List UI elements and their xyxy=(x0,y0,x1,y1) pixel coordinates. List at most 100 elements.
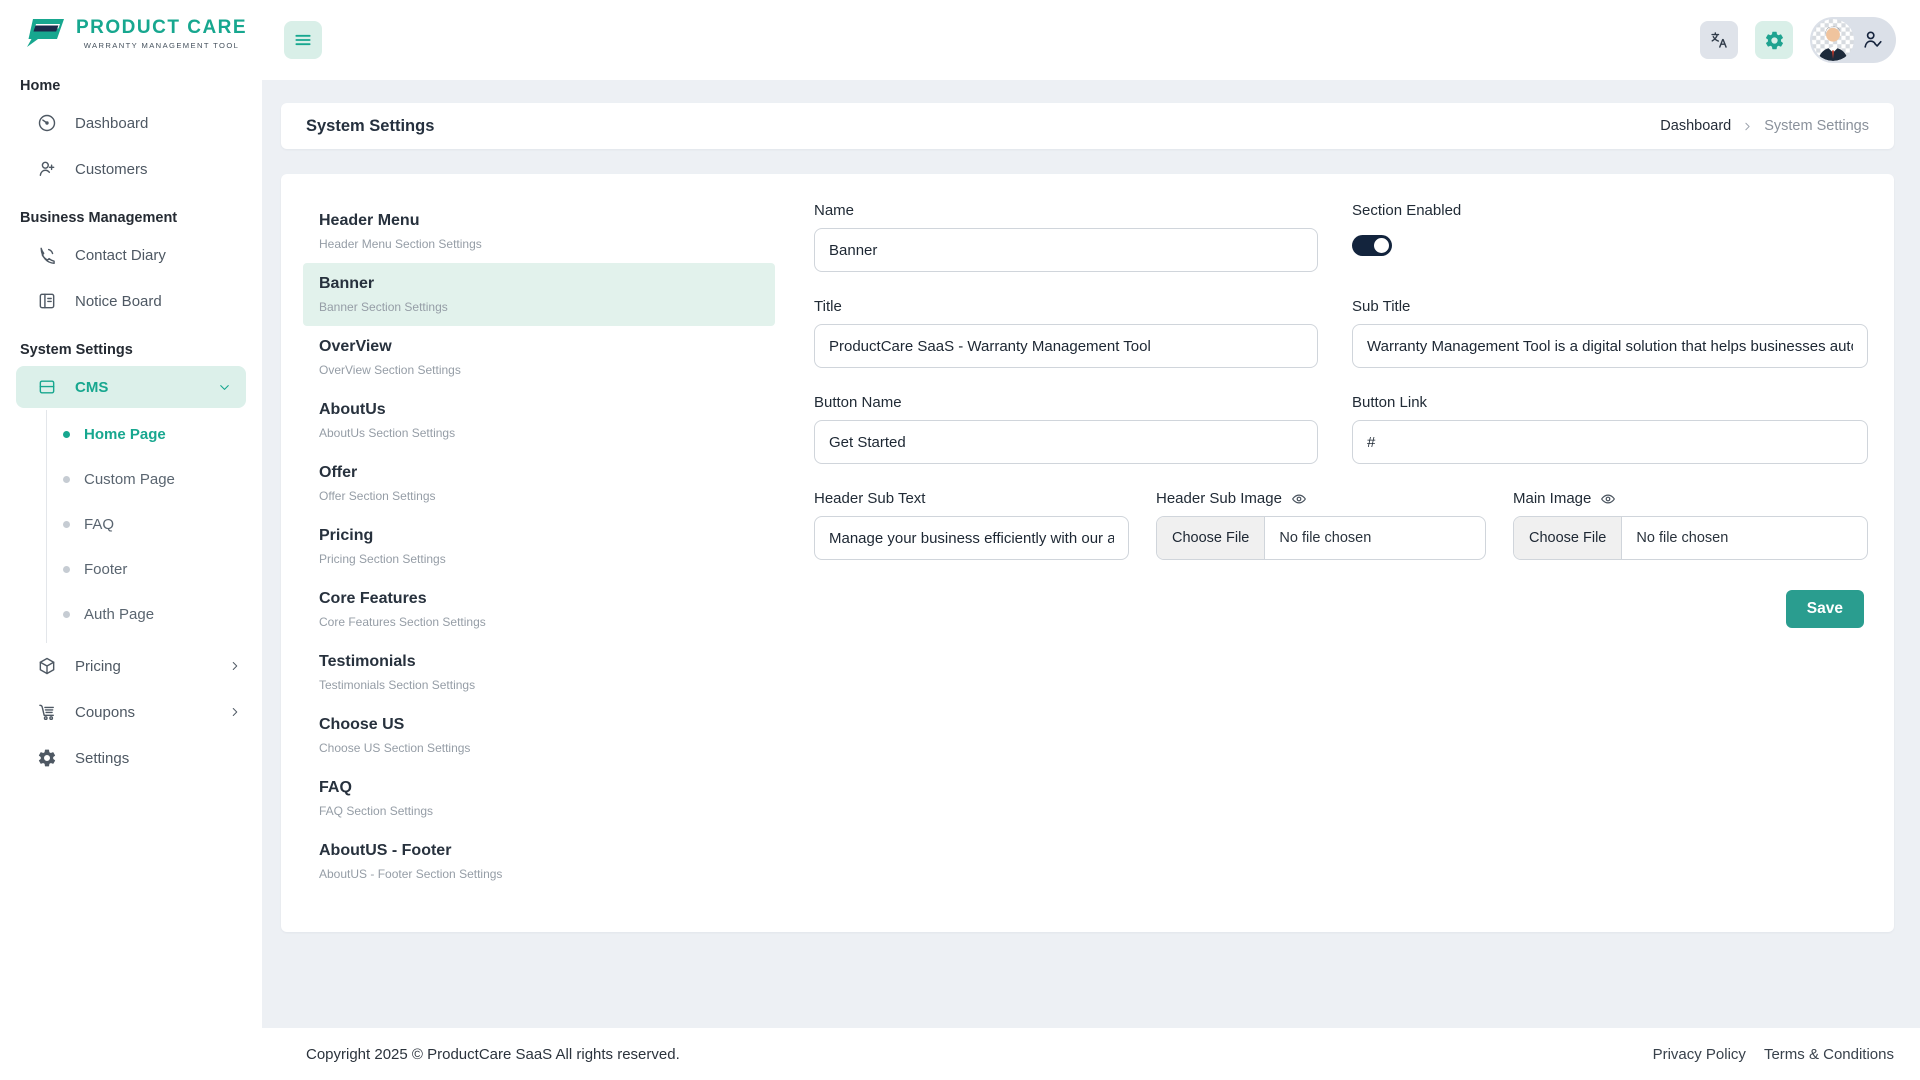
sidebar-subitem-faq[interactable]: FAQ xyxy=(47,502,262,547)
section-item-title: OverView xyxy=(319,337,759,357)
copyright-text: Copyright 2025 © ProductCare SaaS All ri… xyxy=(306,1046,680,1063)
sidebar-item-label: Settings xyxy=(75,750,129,767)
sidebar-item-dashboard[interactable]: Dashboard xyxy=(0,100,262,146)
chevron-right-icon xyxy=(228,705,242,719)
sidebar-item-cms[interactable]: CMS xyxy=(16,366,246,408)
eye-icon[interactable] xyxy=(1291,491,1307,507)
button-link-label: Button Link xyxy=(1352,394,1868,411)
section-item-title: AboutUS - Footer xyxy=(319,841,759,861)
section-item-subtitle: FAQ Section Settings xyxy=(319,804,759,819)
page-header: System Settings Dashboard System Setting… xyxy=(281,103,1894,149)
section-item-header-menu[interactable]: Header Menu Header Menu Section Settings xyxy=(303,200,775,263)
section-enabled-toggle[interactable] xyxy=(1352,235,1392,256)
section-item-testimonials[interactable]: Testimonials Testimonials Section Settin… xyxy=(303,641,775,704)
section-item-title: Banner xyxy=(319,274,759,294)
sidebar-subitem-home-page[interactable]: Home Page xyxy=(47,412,262,457)
sidebar-item-pricing[interactable]: Pricing xyxy=(0,643,262,689)
name-input[interactable] xyxy=(814,228,1318,272)
main-content: System Settings Dashboard System Setting… xyxy=(262,80,1920,1028)
section-list: Header Menu Header Menu Section Settings… xyxy=(303,200,775,906)
settings-icon xyxy=(37,748,57,768)
sub-title-input[interactable] xyxy=(1352,324,1868,368)
section-item-title: FAQ xyxy=(319,778,759,798)
section-item-subtitle: Choose US Section Settings xyxy=(319,741,759,756)
title-label: Title xyxy=(814,298,1318,315)
header-sub-text-input[interactable] xyxy=(814,516,1129,560)
sidebar-item-label: CMS xyxy=(75,379,199,396)
section-item-subtitle: Header Menu Section Settings xyxy=(319,237,759,252)
sidebar-subitem-footer[interactable]: Footer xyxy=(47,547,262,592)
main-image-file-input: Choose File No file chosen xyxy=(1513,516,1868,560)
sidebar-item-notice-board[interactable]: Notice Board xyxy=(0,278,262,324)
section-item-core-features[interactable]: Core Features Core Features Section Sett… xyxy=(303,578,775,641)
section-item-offer[interactable]: Offer Offer Section Settings xyxy=(303,452,775,515)
sidebar-item-coupons[interactable]: Coupons xyxy=(0,689,262,735)
section-item-subtitle: AboutUS - Footer Section Settings xyxy=(319,867,759,882)
sidebar-subitem-label: Footer xyxy=(84,561,127,578)
terms-conditions-link[interactable]: Terms & Conditions xyxy=(1764,1046,1894,1063)
button-link-input[interactable] xyxy=(1352,420,1868,464)
main-image-label: Main Image xyxy=(1513,490,1591,507)
sub-title-label: Sub Title xyxy=(1352,298,1868,315)
sidebar-item-contact-diary[interactable]: Contact Diary xyxy=(0,232,262,278)
sidebar: PRODUCT CARE WARRANTY MANAGEMENT TOOL Ho… xyxy=(0,0,262,1080)
avatar xyxy=(1812,19,1854,61)
save-button[interactable]: Save xyxy=(1786,590,1864,628)
section-item-subtitle: OverView Section Settings xyxy=(319,363,759,378)
section-item-title: AboutUs xyxy=(319,400,759,420)
sidebar-item-label: Pricing xyxy=(75,658,210,675)
title-input[interactable] xyxy=(814,324,1318,368)
section-item-banner[interactable]: Banner Banner Section Settings xyxy=(303,263,775,326)
eye-icon[interactable] xyxy=(1600,491,1616,507)
section-item-aboutus[interactable]: AboutUs AboutUs Section Settings xyxy=(303,389,775,452)
customers-icon xyxy=(37,159,57,179)
cms-submenu: Home Page Custom Page FAQ Footer Auth Pa… xyxy=(46,410,262,643)
sidebar-item-settings[interactable]: Settings xyxy=(0,735,262,781)
header-sub-image-file-input: Choose File No file chosen xyxy=(1156,516,1486,560)
banner-settings-form: Name Section Enabled Title Sub Title xyxy=(814,200,1868,906)
sidebar-toggle-button[interactable] xyxy=(284,21,322,59)
header-sub-image-choose-file-button[interactable]: Choose File xyxy=(1157,517,1265,559)
breadcrumb: Dashboard System Settings xyxy=(1660,118,1869,134)
bullet-icon xyxy=(63,521,70,528)
section-item-subtitle: AboutUs Section Settings xyxy=(319,426,759,441)
sidebar-item-label: Contact Diary xyxy=(75,247,166,264)
sidebar-item-customers[interactable]: Customers xyxy=(0,146,262,192)
notice-board-icon xyxy=(37,291,57,311)
button-name-input[interactable] xyxy=(814,420,1318,464)
main-image-choose-file-button[interactable]: Choose File xyxy=(1514,517,1622,559)
header-sub-image-file-status: No file chosen xyxy=(1265,530,1371,546)
header-sub-text-label: Header Sub Text xyxy=(814,490,1129,507)
bullet-icon xyxy=(63,431,70,438)
sidebar-subitem-custom-page[interactable]: Custom Page xyxy=(47,457,262,502)
sidebar-item-label: Notice Board xyxy=(75,293,162,310)
hamburger-icon xyxy=(293,30,313,50)
section-item-title: Offer xyxy=(319,463,759,483)
section-item-title: Core Features xyxy=(319,589,759,609)
breadcrumb-dashboard[interactable]: Dashboard xyxy=(1660,118,1731,134)
settings-quick-button[interactable] xyxy=(1755,21,1793,59)
section-item-faq[interactable]: FAQ FAQ Section Settings xyxy=(303,767,775,830)
topbar xyxy=(262,0,1920,80)
brand-name: PRODUCT CARE xyxy=(76,17,247,39)
privacy-policy-link[interactable]: Privacy Policy xyxy=(1653,1046,1746,1063)
brand-logo-icon xyxy=(22,16,68,50)
language-button[interactable] xyxy=(1700,21,1738,59)
contact-diary-icon xyxy=(37,245,57,265)
section-item-choose-us[interactable]: Choose US Choose US Section Settings xyxy=(303,704,775,767)
sidebar-subitem-label: Home Page xyxy=(84,426,166,443)
section-item-title: Pricing xyxy=(319,526,759,546)
chevron-right-icon xyxy=(1741,120,1754,133)
nav-section-system-settings: System Settings xyxy=(0,324,262,364)
header-sub-image-label: Header Sub Image xyxy=(1156,490,1282,507)
section-item-overview[interactable]: OverView OverView Section Settings xyxy=(303,326,775,389)
user-menu[interactable] xyxy=(1810,17,1896,63)
sidebar-subitem-auth-page[interactable]: Auth Page xyxy=(47,592,262,637)
chevron-down-icon xyxy=(217,380,232,395)
section-item-title: Testimonials xyxy=(319,652,759,672)
nav-section-home: Home xyxy=(0,60,262,100)
section-item-pricing[interactable]: Pricing Pricing Section Settings xyxy=(303,515,775,578)
brand-logo[interactable]: PRODUCT CARE WARRANTY MANAGEMENT TOOL xyxy=(0,0,262,60)
section-item-aboutus-footer[interactable]: AboutUS - Footer AboutUS - Footer Sectio… xyxy=(303,830,775,893)
dashboard-icon xyxy=(37,113,57,133)
